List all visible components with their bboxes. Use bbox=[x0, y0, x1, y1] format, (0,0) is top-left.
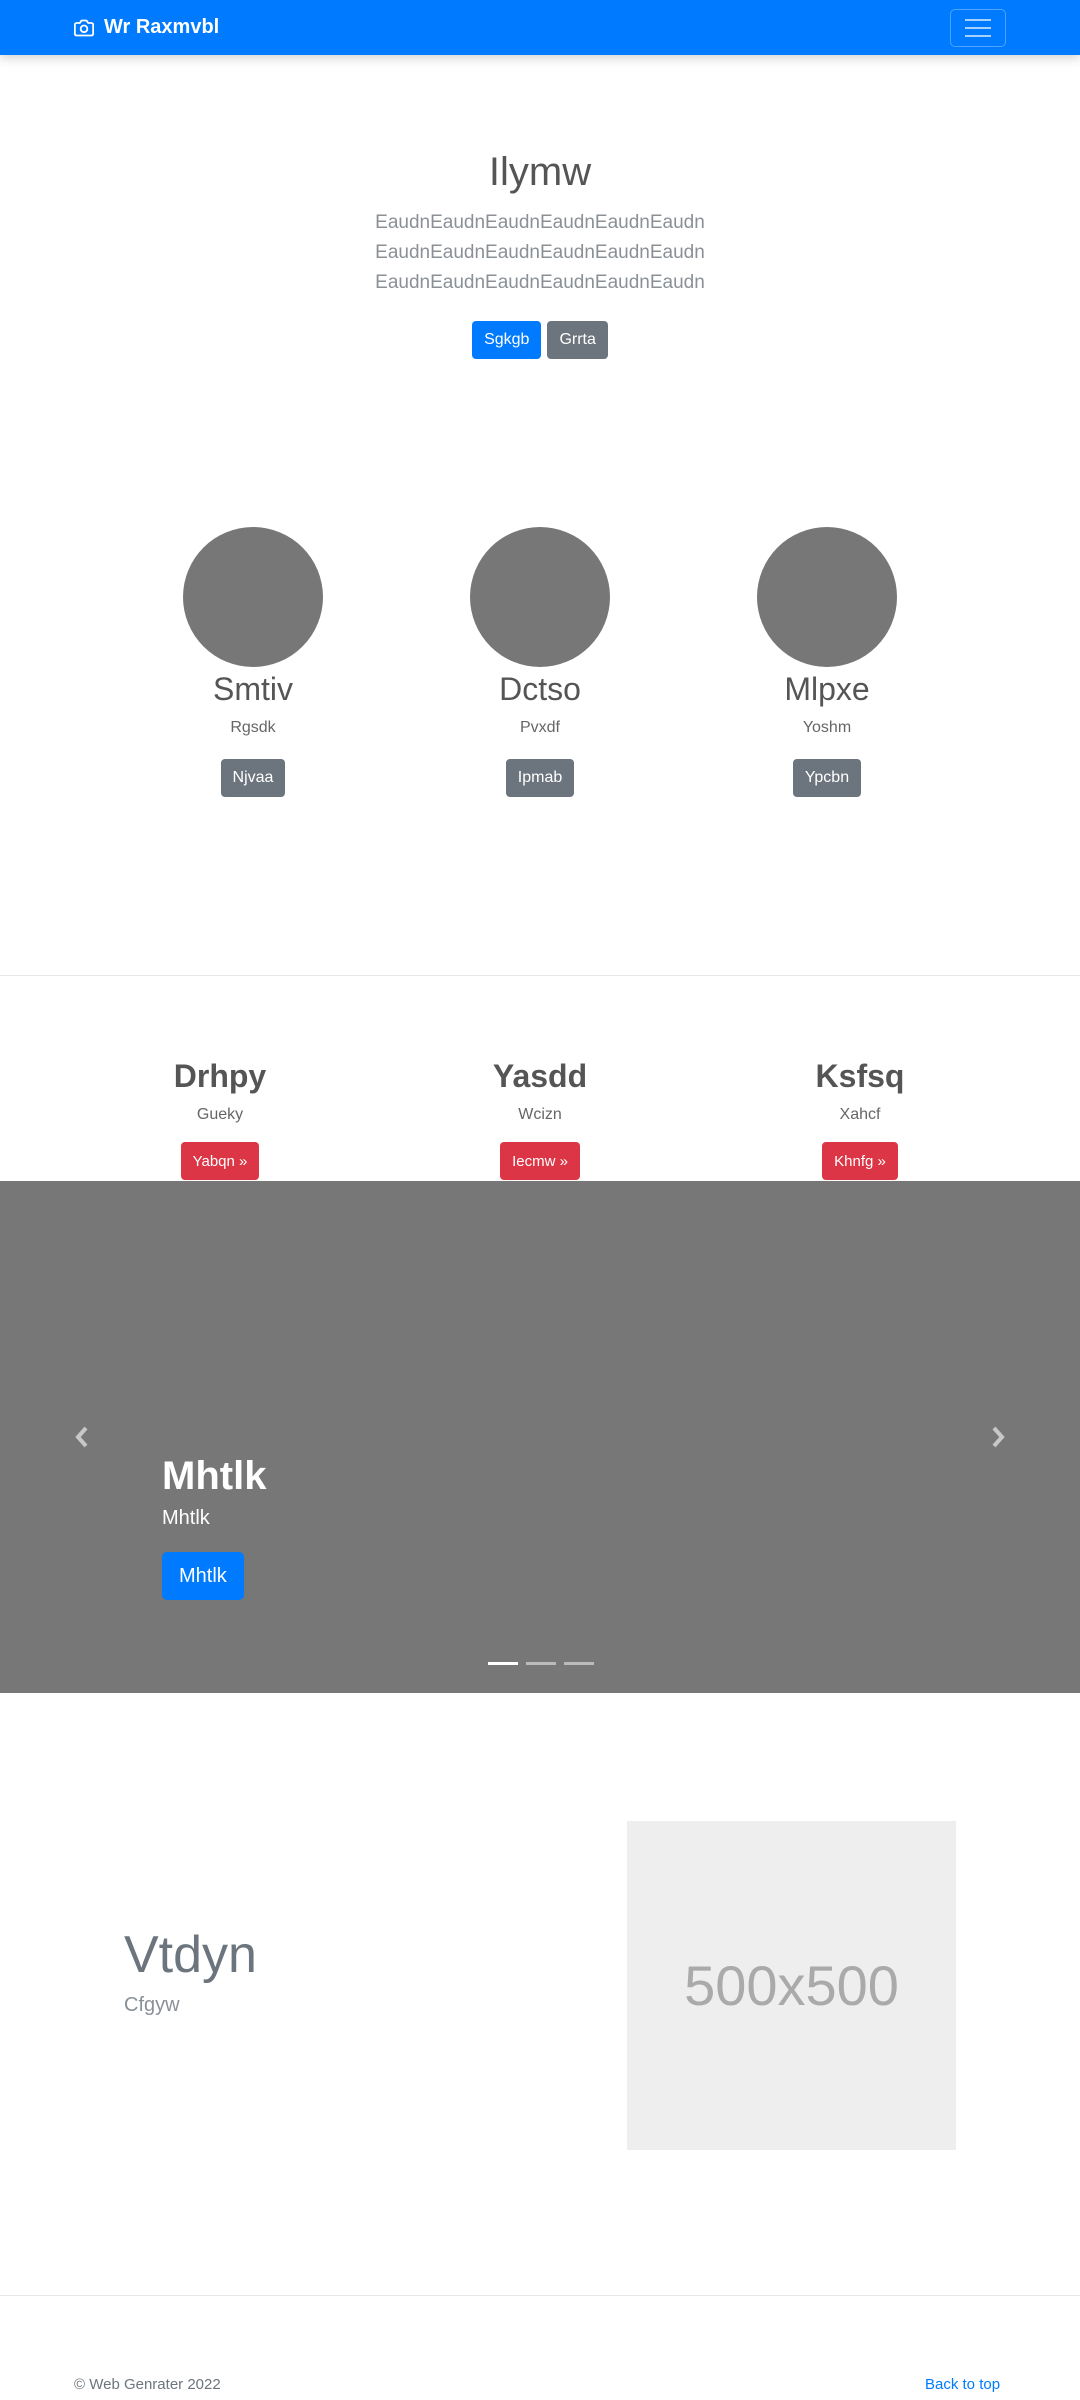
footer-divider bbox=[0, 2295, 1080, 2296]
chevron-left-icon bbox=[75, 1426, 88, 1448]
navbar-brand[interactable]: Wr Raxmvbl bbox=[74, 0, 219, 55]
profile-card: Smtiv Rgsdk Njvaa bbox=[103, 527, 403, 797]
profile-button[interactable]: Ypcbn bbox=[792, 759, 862, 797]
carousel-text: Mhtlk bbox=[162, 1507, 210, 1529]
avatar bbox=[470, 527, 610, 667]
jumbotron-buttons: Sgkgb Grrta bbox=[0, 321, 1080, 359]
feature-button[interactable]: Iecmw » bbox=[500, 1142, 580, 1180]
feature-title: Yasdd bbox=[492, 1058, 588, 1094]
carousel-button[interactable]: Mhtlk bbox=[162, 1552, 244, 1600]
profile-subtitle: Yoshm bbox=[802, 719, 852, 736]
feature-title: Drhpy bbox=[173, 1058, 267, 1094]
carousel: Mhtlk Mhtlk Mhtlk bbox=[0, 1181, 1080, 1693]
feature-column: Drhpy Gueky Yabqn » bbox=[70, 1056, 370, 1180]
featurette-subtitle: Cfgyw bbox=[124, 1994, 180, 2016]
back-to-top-link[interactable]: Back to top bbox=[925, 2376, 1000, 2393]
camera-icon bbox=[74, 19, 94, 36]
carousel-indicators bbox=[488, 1662, 594, 1665]
section-divider bbox=[0, 975, 1080, 976]
profile-name: Smtiv bbox=[213, 671, 293, 707]
feature-subtitle: Xahcf bbox=[839, 1106, 881, 1123]
featurette-title: Vtdyn bbox=[124, 1926, 257, 1984]
secondary-button[interactable]: Grrta bbox=[547, 321, 608, 359]
carousel-prev-button[interactable] bbox=[62, 1417, 102, 1457]
feature-subtitle: Wcizn bbox=[518, 1106, 562, 1123]
profile-subtitle: Rgsdk bbox=[230, 719, 276, 736]
carousel-indicator[interactable] bbox=[526, 1662, 556, 1665]
primary-button[interactable]: Sgkgb bbox=[472, 321, 542, 359]
placeholder-image: 500x500 bbox=[627, 1821, 956, 2150]
profile-button[interactable]: Njvaa bbox=[220, 759, 286, 797]
profile-card: Dctso Pvxdf Ipmab bbox=[390, 527, 690, 797]
navbar-toggler-button[interactable] bbox=[950, 9, 1006, 47]
feature-column: Yasdd Wcizn Iecmw » bbox=[390, 1056, 690, 1180]
brand-label: Wr Raxmvbl bbox=[104, 16, 220, 38]
footer-copyright: © Web Genrater 2022 bbox=[74, 2376, 221, 2393]
profile-name: Dctso bbox=[499, 671, 581, 707]
profile-card: Mlpxe Yoshm Ypcbn bbox=[677, 527, 977, 797]
carousel-heading: Mhtlk bbox=[162, 1454, 267, 1498]
profile-name: Mlpxe bbox=[784, 671, 870, 707]
hamburger-menu-icon bbox=[965, 19, 991, 21]
carousel-caption: Mhtlk Mhtlk Mhtlk bbox=[162, 1451, 266, 1600]
profile-subtitle: Pvxdf bbox=[519, 719, 560, 736]
feature-button[interactable]: Yabqn » bbox=[180, 1142, 260, 1180]
avatar bbox=[183, 527, 323, 667]
carousel-next-button[interactable] bbox=[978, 1417, 1018, 1457]
avatar bbox=[757, 527, 897, 667]
jumbotron-lead: EaudnEaudnEaudnEaudnEaudnEaudnEaudnEaudn… bbox=[375, 212, 705, 293]
feature-column: Ksfsq Xahcf Khnfg » bbox=[710, 1056, 1010, 1180]
navbar: Wr Raxmvbl bbox=[0, 0, 1080, 55]
placeholder-label: 500x500 bbox=[684, 1954, 899, 2017]
feature-button[interactable]: Khnfg » bbox=[822, 1142, 898, 1180]
carousel-indicator[interactable] bbox=[488, 1662, 518, 1665]
feature-subtitle: Gueky bbox=[196, 1106, 244, 1123]
jumbotron-title: Ilymw bbox=[488, 150, 592, 194]
chevron-right-icon bbox=[992, 1426, 1005, 1448]
feature-title: Ksfsq bbox=[815, 1058, 905, 1094]
carousel-indicator[interactable] bbox=[564, 1662, 594, 1665]
profile-button[interactable]: Ipmab bbox=[505, 759, 575, 797]
